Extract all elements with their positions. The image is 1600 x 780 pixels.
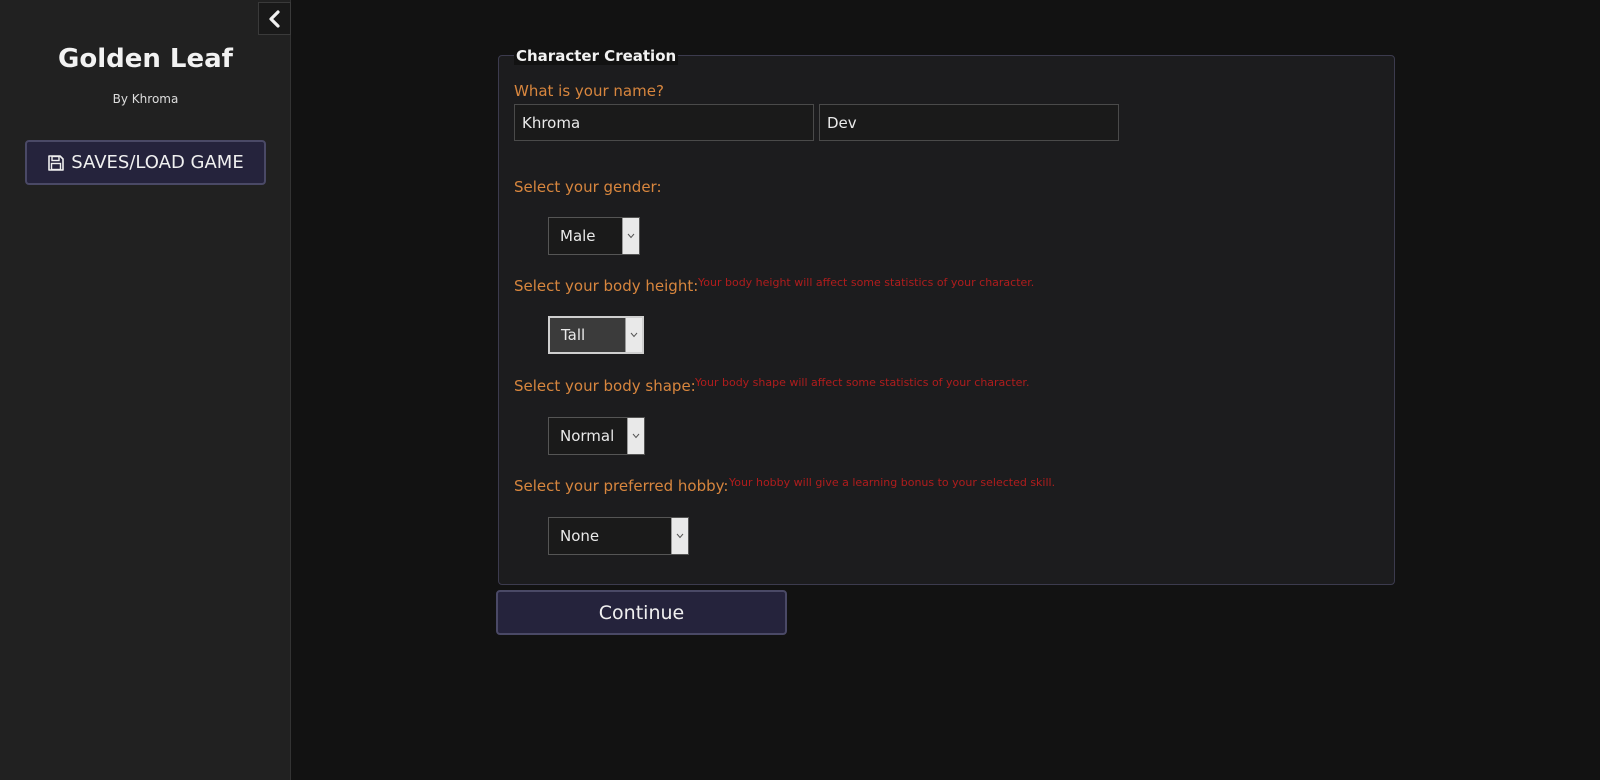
body-height-hint: Your body height will affect some statis… [698, 276, 1035, 289]
body-height-select-value: Tall [561, 326, 586, 344]
floppy-disk-icon [48, 154, 65, 171]
body-height-question-label: Select your body height: [514, 277, 699, 295]
gender-question-label: Select your gender: [514, 178, 662, 196]
panel-title: Character Creation [514, 47, 679, 65]
chevron-down-icon [622, 218, 639, 254]
hobby-question-label: Select your preferred hobby: [514, 477, 729, 495]
saves-load-game-label: SAVES/LOAD GAME [71, 152, 244, 173]
collapse-sidebar-button[interactable] [258, 2, 291, 35]
last-name-input[interactable] [819, 104, 1119, 141]
game-title: Golden Leaf [58, 44, 233, 74]
saves-load-game-button[interactable]: SAVES/LOAD GAME [25, 140, 266, 185]
chevron-down-icon [671, 518, 688, 554]
hobby-select[interactable]: None [548, 517, 689, 555]
chevron-down-icon [625, 318, 642, 352]
body-shape-hint: Your body shape will affect some statist… [695, 376, 1030, 389]
continue-label: Continue [598, 601, 685, 624]
first-name-input[interactable] [514, 104, 814, 141]
body-shape-select[interactable]: Normal [548, 417, 645, 455]
gender-select[interactable]: Male [548, 217, 640, 255]
hobby-hint: Your hobby will give a learning bonus to… [729, 476, 1056, 489]
body-shape-select-value: Normal [560, 427, 615, 445]
continue-button[interactable]: Continue [496, 590, 787, 635]
gender-select-value: Male [560, 227, 596, 245]
name-question-label: What is your name? [514, 82, 664, 100]
body-height-select[interactable]: Tall [548, 316, 644, 354]
game-author: By Khroma [112, 92, 179, 106]
hobby-select-value: None [560, 527, 600, 545]
sidebar: Golden Leaf By Khroma SAVES/LOAD GAME [0, 0, 291, 780]
body-shape-question-label: Select your body shape: [514, 377, 696, 395]
chevron-left-icon [268, 9, 280, 28]
chevron-down-icon [627, 418, 644, 454]
